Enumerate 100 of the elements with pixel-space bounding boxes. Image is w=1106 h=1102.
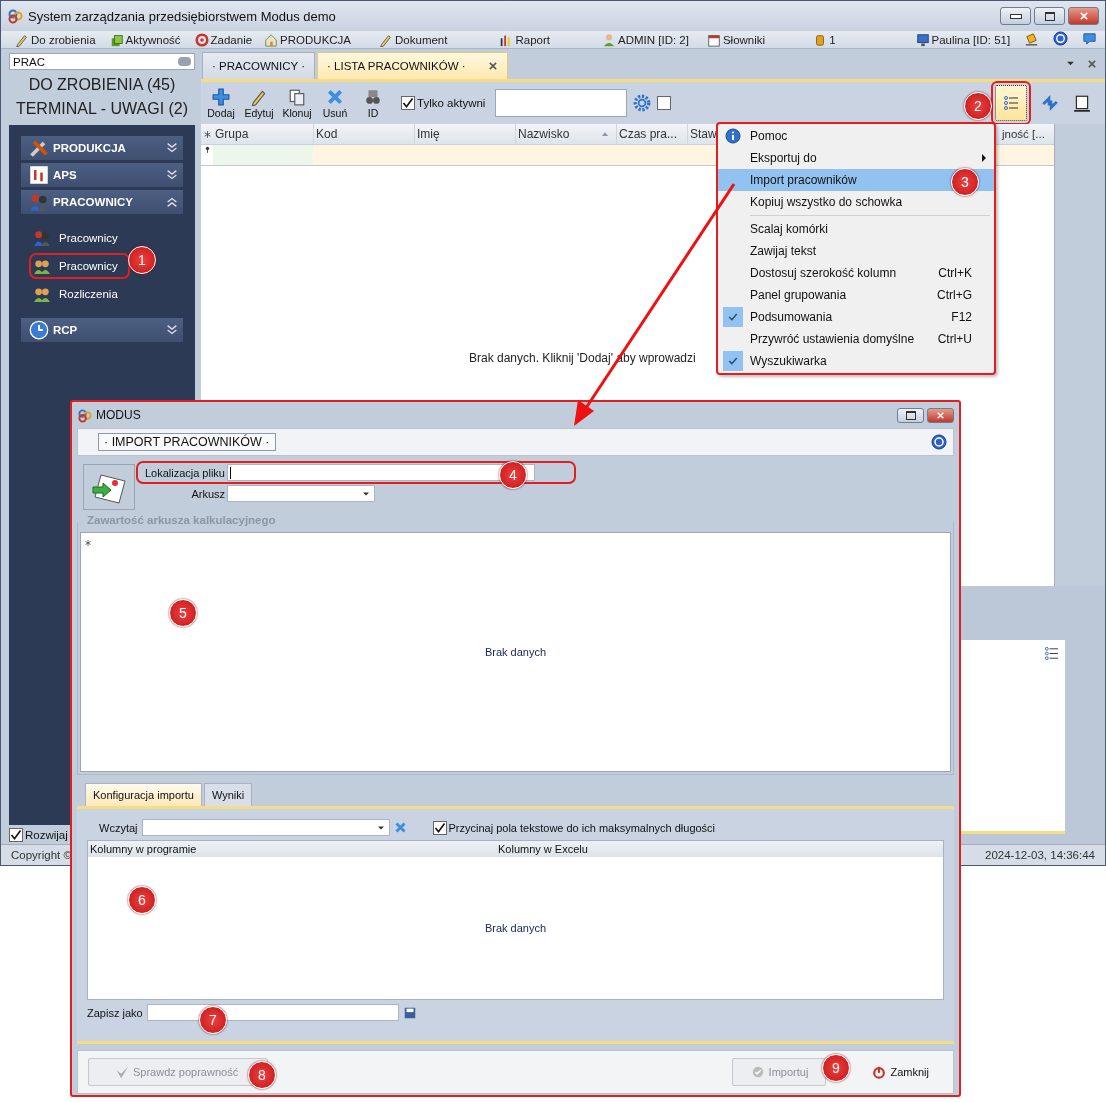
window-title: System zarządzania przedsiębiorstwem Modus demo [28,8,336,24]
close-icon[interactable] [487,61,498,71]
toolbar-button[interactable]: ID [357,87,389,119]
checkbox[interactable] [9,827,23,842]
filter-cell[interactable] [213,145,313,165]
toolbar-button[interactable]: Aktywność [109,32,181,47]
menu-item[interactable]: Przywróć ustawienia domyślne Ctrl+U [718,328,994,350]
nav-item[interactable]: Pracownicy [33,229,183,247]
column-header[interactable]: Kolumny w programie [88,843,496,855]
group-header[interactable]: PRACOWNICY [21,190,183,214]
toolbar-button[interactable]: Zadanie [194,32,253,47]
nav-item[interactable]: Rozliczenia [33,285,183,303]
dropdown-arrow-icon[interactable] [1066,59,1075,68]
check-icon [750,1065,765,1079]
counter-link[interactable]: DO ZROBIENIA (45) [9,73,195,97]
list-icon [1003,95,1019,111]
toolbar-button[interactable]: Raport [499,32,550,47]
checkbox[interactable] [401,96,415,110]
file-path-field[interactable] [227,464,535,481]
person-icon [602,32,616,47]
import-button[interactable] [83,464,135,510]
check-icon [10,828,22,841]
column-header[interactable]: jność [... [1002,124,1054,144]
app-logo-icon [7,8,23,24]
group-header[interactable]: RCP [21,318,183,342]
group-header[interactable]: PRODUKCJA [21,136,183,160]
menu-item[interactable]: Panel grupowania Ctrl+G [718,284,994,306]
menu-item[interactable]: Wyszukiwarka [718,350,994,372]
tab[interactable]: Konfiguracja importu [85,783,202,806]
stack-icon [109,32,124,47]
pencil-icon [15,32,29,47]
field-label: Zapisz jako [87,1006,143,1019]
app-logo-icon [77,407,92,423]
checkbox[interactable] [432,820,447,835]
column-header[interactable]: Imię [415,124,516,144]
dialog-title: MODUS [96,408,141,422]
close-button[interactable] [1068,7,1099,25]
close-icon[interactable] [1087,59,1097,69]
tab[interactable]: Wyniki [203,783,253,806]
chevron-down-icon[interactable] [165,168,179,182]
search-field[interactable] [495,89,628,117]
maximize-button[interactable] [1034,7,1065,25]
clear-icon[interactable] [178,57,191,66]
column-header[interactable]: Grupa [213,124,314,144]
button[interactable]: Zamknij [872,1058,943,1086]
close-icon [936,410,945,420]
chevron-up-icon[interactable] [165,195,179,209]
toolbar-button[interactable]: PRODUKCJA [264,32,352,47]
chat-icon[interactable] [1082,30,1098,46]
close-button[interactable] [927,407,954,423]
checkbox-label: Tylko aktywni [417,97,486,109]
counter-link[interactable]: TERMINAL - UWAGI (2) [9,97,195,121]
menu-item[interactable]: Eksportuj do [718,147,994,169]
group-header[interactable]: APS [21,163,183,187]
menu-item[interactable]: Pomoc [718,125,994,147]
toolbar-button[interactable]: Edytuj [243,87,275,119]
maximize-button[interactable] [897,407,924,423]
help-icon[interactable] [1053,30,1069,46]
toolbar-button[interactable]: Usuń [319,87,351,119]
search-field[interactable]: PRAC [9,53,195,70]
check-icon [402,97,414,109]
date-time: 2024-12-03, 14:36:44 [985,849,1095,861]
toolbar-button[interactable]: ADMIN [ID: 2] [602,32,689,47]
check-icon [433,821,446,834]
field-label: Lokalizacja pliku [143,466,225,479]
toolbar-button[interactable]: Dokument [379,32,448,47]
column-header[interactable]: Nazwisko [516,124,617,144]
toolbar-button[interactable]: Dodaj [205,87,237,119]
tab[interactable]: · PRACOWNICY · [202,52,316,79]
chart-icon [29,165,49,185]
chevron-down-icon[interactable] [165,141,179,155]
list-icon[interactable] [1044,646,1059,661]
toolbar-button[interactable]: 1 [813,32,836,47]
settings-icon[interactable] [633,94,652,112]
toolbar-button[interactable]: Klonuj [281,87,313,119]
monitor-icon [915,32,930,47]
nav-item[interactable]: Pracownicy [33,257,126,275]
copy-icon [288,87,306,106]
chevron-down-icon[interactable] [165,323,179,337]
column-header[interactable]: Staw [688,124,716,144]
column-header[interactable]: Kod [314,124,415,144]
toolbar-button[interactable]: Słowniki [706,32,766,47]
tab[interactable]: · LISTA PRACOWNIKÓW · [317,52,508,79]
minimize-button[interactable] [1000,7,1031,25]
checkbox[interactable] [657,96,672,110]
menu-item[interactable]: Scalaj komórki [718,218,994,240]
field-label: Wczytaj [99,821,138,834]
paint-bucket-icon[interactable] [1024,30,1040,46]
column-header[interactable]: Kolumny w Excelu [496,843,904,855]
dialog-heading: · IMPORT PRACOWNIKÓW · [98,433,276,451]
toolbar-button[interactable]: Paulina [ID: 51] [915,32,1011,47]
help-icon[interactable] [931,434,947,450]
column-header[interactable]: Czas pra... [617,124,688,144]
menu-item[interactable]: Zawijaj tekst [718,240,994,262]
save-icon[interactable] [402,1005,417,1020]
page-icon[interactable] [1073,94,1091,112]
menu-item[interactable]: Podsumowania F12 [718,306,994,328]
menu-item[interactable]: Dostosuj szerokość kolumn Ctrl+K [718,262,994,284]
checkbox-label: Przycinaj pola tekstowe do ich maksymalnych długości [448,821,716,834]
toolbar-button[interactable]: Do zrobienia [15,32,96,47]
